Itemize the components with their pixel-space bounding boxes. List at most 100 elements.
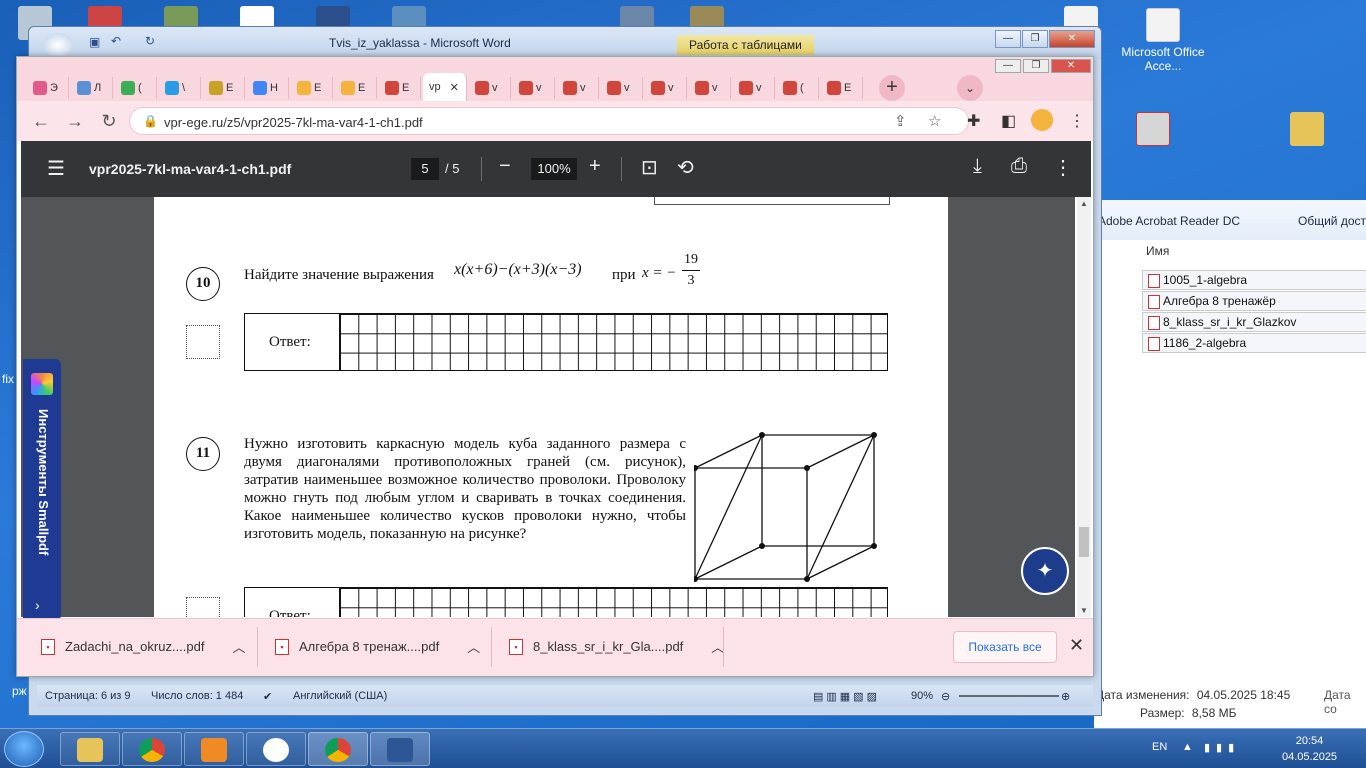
taskbar-media[interactable] [184,732,244,766]
pdf-desktop-icon[interactable] [1136,112,1170,149]
table-tools-tab[interactable]: Работа с таблицами [677,35,814,55]
taskbar-word[interactable] [370,732,430,766]
chrome-maximize-button[interactable]: ❐ [1023,59,1049,73]
forward-button[interactable]: → [63,110,87,132]
chrome-menu-icon[interactable]: ⋮ [1069,111,1085,131]
reload-button[interactable]: ↻ [97,110,121,132]
spellcheck-icon[interactable]: ✔ [263,690,272,703]
explorer-file[interactable]: 8_klass_sr_i_kr_Glazkov [1142,312,1366,332]
tab-close-icon[interactable]: ✕ [450,81,459,94]
sidebar-expand-icon[interactable]: › [35,597,40,613]
save-icon[interactable]: ▣ [89,35,100,49]
tab-search-button[interactable]: ⌄ [957,75,983,101]
side-panel-icon[interactable]: ◧ [1001,111,1016,131]
start-button[interactable] [4,731,44,767]
lock-icon[interactable]: 🔒 [143,114,158,128]
download-icon[interactable]: ⤓ [973,155,982,178]
tab-active[interactable]: vp ✕ [423,73,467,101]
explorer-file[interactable]: Алгебра 8 тренажёр [1142,291,1366,311]
browser-tab[interactable]: Н [247,77,289,99]
chevron-up-icon[interactable]: ︿ [467,637,480,656]
print-icon[interactable]: ⎙ [1011,155,1027,178]
clock[interactable]: 20:54 04.05.2025 [1282,733,1337,765]
taskbar-explorer[interactable] [60,732,120,766]
acrobat-menu[interactable]: Adobe Acrobat Reader DC [1098,214,1240,228]
explorer-file[interactable]: 1186_2-algebra [1142,333,1366,353]
rotate-icon[interactable]: ⟲ [677,155,694,180]
browser-tab[interactable]: v [469,77,511,99]
browser-tab[interactable]: \ [159,77,201,99]
status-page[interactable]: Страница: 6 из 9 [45,690,131,702]
access-desktop-icon[interactable]: Microsoft Office Acce... [1118,8,1208,73]
back-button[interactable]: ← [29,110,53,132]
view-buttons[interactable]: ▤▥▦▧▨ [813,690,880,703]
word-maximize-button[interactable]: ❐ [1022,30,1048,48]
browser-tab[interactable]: ( [115,77,157,99]
status-language[interactable]: Английский (США) [293,690,387,702]
browser-tab[interactable]: ( [777,77,819,99]
word-minimize-button[interactable]: — [995,30,1021,48]
browser-tab[interactable]: E [335,77,377,99]
download-item[interactable]: ▪ 8_klass_sr_i_kr_Gla....pdf ︿ [509,637,724,656]
browser-tab[interactable]: v [689,77,731,99]
download-item[interactable]: ▪ Zadachi_na_okruz....pdf ︿ [41,637,246,656]
profile-avatar[interactable] [1031,109,1053,131]
explorer-file[interactable]: 1005_1-algebra [1142,270,1366,290]
taskbar-chrome-active[interactable] [308,732,368,766]
zoom-in-button[interactable]: ⊕ [1061,690,1070,703]
share-menu[interactable]: Общий дост [1298,214,1366,228]
browser-tab[interactable]: v [645,77,687,99]
scroll-down-arrow[interactable]: ▼ [1080,606,1088,615]
tray-icons[interactable]: ▮▮▮ [1204,741,1240,754]
scroll-thumb[interactable] [1079,527,1089,557]
tray-arrow-icon[interactable]: ▲ [1182,741,1193,753]
tab-label: E [402,82,410,94]
folder-desktop-icon[interactable] [1290,112,1324,149]
fit-page-icon[interactable]: ⊡ [641,155,658,180]
pdf-viewport[interactable]: 10 Найдите значение выражения x(x+6)−(x+… [21,197,1075,617]
browser-tab[interactable]: E [203,77,245,99]
smallpdf-sidebar[interactable]: Инструменты Smallpdf › [23,359,61,621]
chevron-up-icon[interactable]: ︿ [232,637,245,656]
browser-tab[interactable]: v [557,77,599,99]
zoom-out-button[interactable]: ⊖ [941,690,950,703]
zoom-level[interactable]: 90% [911,690,933,702]
browser-tab[interactable]: v [601,77,643,99]
office-button[interactable] [43,33,73,57]
browser-tab[interactable]: E [291,77,333,99]
browser-tab[interactable]: E [379,77,421,99]
language-indicator[interactable]: EN [1152,741,1167,753]
hamburger-menu-icon[interactable]: ☰ [47,156,65,181]
magic-wand-button[interactable]: ✦ [1021,547,1069,595]
taskbar-chrome[interactable] [122,732,182,766]
browser-tab[interactable]: Л [71,77,113,99]
page-number-input[interactable]: 5 [411,158,439,180]
browser-tab[interactable]: Э [27,77,69,99]
browser-tab[interactable]: v [513,77,555,99]
status-words[interactable]: Число слов: 1 484 [151,690,243,702]
zoom-out-icon[interactable]: − [499,155,511,178]
zoom-slider[interactable] [959,695,1059,697]
share-icon[interactable]: ⇪ [894,112,907,130]
column-header-name[interactable]: Имя [1146,244,1169,258]
more-options-icon[interactable]: ⋮ [1053,155,1073,180]
chrome-minimize-button[interactable]: — [995,59,1021,73]
address-bar[interactable]: 🔒 vpr-ege.ru/z5/vpr2025-7kl-ma-var4-1-ch… [129,107,969,135]
browser-tab[interactable]: E [821,77,863,99]
bookmark-star-icon[interactable]: ☆ [928,112,941,130]
new-tab-button[interactable]: + [879,75,905,101]
redo-icon[interactable]: ↻ [145,34,155,48]
word-close-button[interactable]: ✕ [1049,30,1095,48]
taskbar-yandex[interactable] [246,732,306,766]
pdf-scrollbar[interactable]: ▲ ▼ [1077,197,1091,617]
close-downloads-icon[interactable]: ✕ [1069,635,1084,656]
extensions-icon[interactable]: ✚ [967,111,980,131]
scroll-up-arrow[interactable]: ▲ [1080,199,1088,208]
zoom-in-icon[interactable]: + [589,155,601,178]
download-item[interactable]: ▪ Алгебра 8 тренаж....pdf ︿ [275,637,480,656]
undo-icon[interactable]: ↶ [111,34,121,48]
browser-tab[interactable]: v [733,77,775,99]
show-all-downloads-button[interactable]: Показать все [953,631,1057,663]
zoom-input[interactable]: 100% [531,158,577,180]
chrome-close-button[interactable]: ✕ [1051,59,1091,73]
